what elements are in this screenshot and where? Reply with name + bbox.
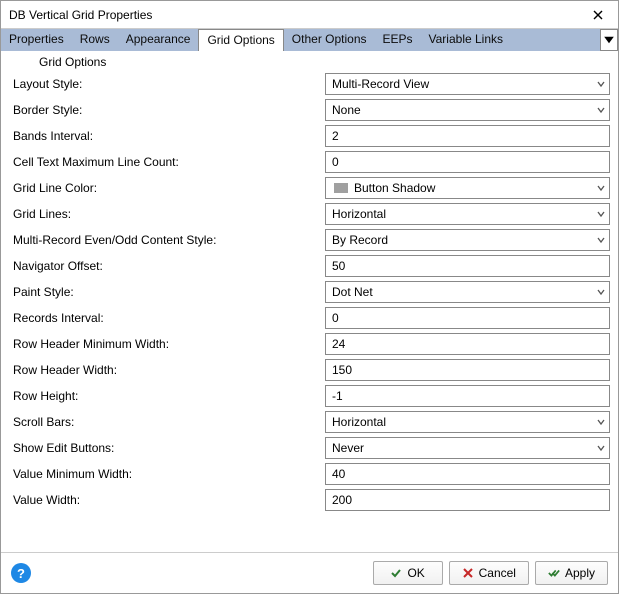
number-field[interactable]: 0 (325, 307, 610, 329)
prop-label: Records Interval: (9, 307, 325, 329)
tab-other-options[interactable]: Other Options (284, 29, 375, 51)
prop-label: Scroll Bars: (9, 411, 325, 433)
prop-label: Row Header Minimum Width: (9, 333, 325, 355)
prop-field[interactable]: Button Shadow (325, 177, 610, 199)
check-icon (390, 567, 402, 579)
number-field[interactable]: 2 (325, 125, 610, 147)
prop-field[interactable]: By Record (325, 229, 610, 251)
tab-rows[interactable]: Rows (72, 29, 118, 51)
help-button[interactable]: ? (11, 563, 31, 583)
prop-field[interactable]: 0 (325, 151, 610, 173)
number-field[interactable]: 24 (325, 333, 610, 355)
prop-label: Cell Text Maximum Line Count: (9, 151, 325, 173)
prop-field[interactable]: -1 (325, 385, 610, 407)
field-value: 0 (332, 155, 339, 169)
tab-variable-links[interactable]: Variable Links (421, 29, 511, 51)
dropdown[interactable]: Horizontal (325, 411, 610, 433)
prop-field[interactable]: 150 (325, 359, 610, 381)
prop-label: Multi-Record Even/Odd Content Style: (9, 229, 325, 251)
prop-field[interactable]: None (325, 99, 610, 121)
field-value: Horizontal (332, 207, 386, 221)
x-icon (462, 567, 474, 579)
field-value: 50 (332, 259, 345, 273)
dropdown[interactable]: Never (325, 437, 610, 459)
cancel-label: Cancel (479, 566, 516, 580)
field-value: 0 (332, 311, 339, 325)
number-field[interactable]: 150 (325, 359, 610, 381)
prop-label: Paint Style: (9, 281, 325, 303)
dropdown[interactable]: Dot Net (325, 281, 610, 303)
field-value: -1 (332, 389, 343, 403)
field-value: None (332, 103, 361, 117)
prop-label: Grid Lines: (9, 203, 325, 225)
caret-down-icon (601, 32, 617, 48)
prop-field[interactable]: 200 (325, 489, 610, 511)
section-header: Grid Options (9, 53, 610, 73)
footer: ? OK Cancel Apply (1, 552, 618, 593)
prop-field[interactable]: 0 (325, 307, 610, 329)
number-field[interactable]: 200 (325, 489, 610, 511)
field-value: Horizontal (332, 415, 386, 429)
prop-label: Grid Line Color: (9, 177, 325, 199)
apply-label: Apply (565, 566, 595, 580)
field-value: Button Shadow (354, 181, 435, 195)
field-value: 150 (332, 363, 352, 377)
field-value: 200 (332, 493, 352, 507)
prop-label: Value Minimum Width: (9, 463, 325, 485)
color-combo[interactable]: Button Shadow (325, 177, 610, 199)
color-swatch (334, 183, 348, 193)
double-check-icon (548, 567, 560, 579)
titlebar: DB Vertical Grid Properties (1, 1, 618, 29)
prop-label: Row Header Width: (9, 359, 325, 381)
prop-label: Value Width: (9, 489, 325, 511)
content-area: Grid Options Layout Style: Multi-Record V… (1, 51, 618, 552)
dropdown[interactable]: By Record (325, 229, 610, 251)
tab-grid-options[interactable]: Grid Options (198, 29, 283, 51)
tab-properties[interactable]: Properties (1, 29, 72, 51)
footer-buttons: OK Cancel Apply (373, 561, 608, 585)
prop-field[interactable]: Never (325, 437, 610, 459)
dropdown[interactable]: Horizontal (325, 203, 610, 225)
prop-label: Navigator Offset: (9, 255, 325, 277)
field-value: By Record (332, 233, 388, 247)
prop-field[interactable]: Multi-Record View (325, 73, 610, 95)
prop-field[interactable]: Horizontal (325, 203, 610, 225)
property-grid: Layout Style: Multi-Record View Border Sty… (9, 73, 610, 511)
number-field[interactable]: 40 (325, 463, 610, 485)
field-value: Dot Net (332, 285, 373, 299)
dropdown[interactable]: Multi-Record View (325, 73, 610, 95)
number-field[interactable]: -1 (325, 385, 610, 407)
prop-label: Show Edit Buttons: (9, 437, 325, 459)
prop-field[interactable]: Dot Net (325, 281, 610, 303)
prop-field[interactable]: 2 (325, 125, 610, 147)
prop-label: Row Height: (9, 385, 325, 407)
close-icon (593, 10, 603, 20)
number-field[interactable]: 50 (325, 255, 610, 277)
tab-eeps[interactable]: EEPs (375, 29, 421, 51)
cancel-button[interactable]: Cancel (449, 561, 529, 585)
prop-field[interactable]: 40 (325, 463, 610, 485)
prop-field[interactable]: Horizontal (325, 411, 610, 433)
prop-label: Border Style: (9, 99, 325, 121)
field-value: 2 (332, 129, 339, 143)
window-title: DB Vertical Grid Properties (9, 8, 152, 22)
field-value: Never (332, 441, 364, 455)
prop-label: Layout Style: (9, 73, 325, 95)
prop-field[interactable]: 50 (325, 255, 610, 277)
prop-label: Bands Interval: (9, 125, 325, 147)
prop-field[interactable]: 24 (325, 333, 610, 355)
field-value: Multi-Record View (332, 77, 429, 91)
tabstrip: Properties Rows Appearance Grid Options … (1, 29, 618, 51)
dropdown[interactable]: None (325, 99, 610, 121)
field-value: 40 (332, 467, 345, 481)
close-button[interactable] (586, 5, 610, 25)
field-value: 24 (332, 337, 345, 351)
number-field[interactable]: 0 (325, 151, 610, 173)
apply-button[interactable]: Apply (535, 561, 608, 585)
ok-label: OK (407, 566, 424, 580)
ok-button[interactable]: OK (373, 561, 443, 585)
tab-overflow-button[interactable] (600, 29, 618, 51)
tab-appearance[interactable]: Appearance (118, 29, 199, 51)
